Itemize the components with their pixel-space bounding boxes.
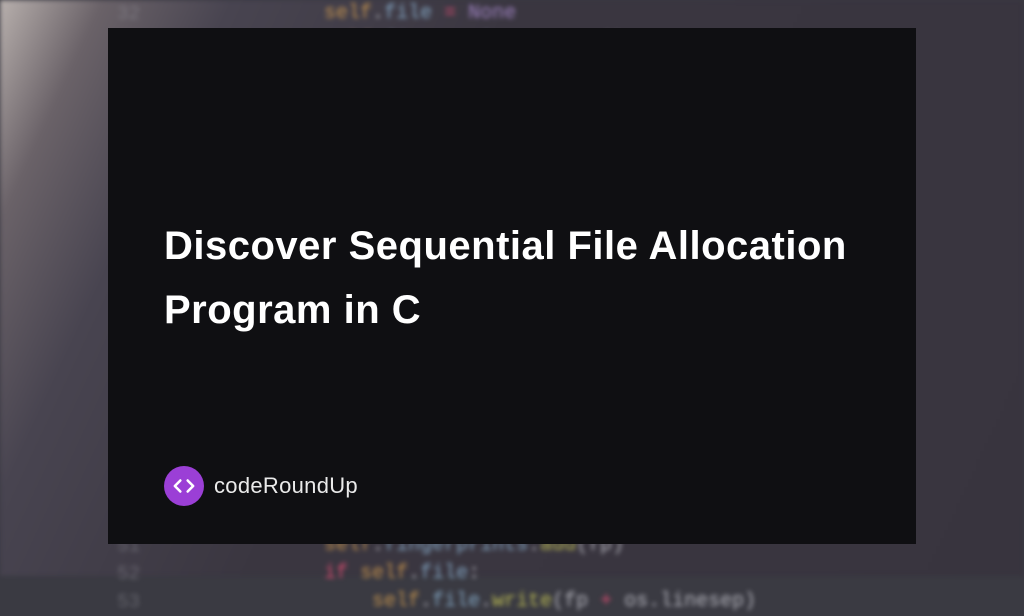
logo-code-icon — [164, 466, 204, 506]
main-title: Discover Sequential File Allocation Prog… — [164, 214, 876, 342]
brand-logo: codeRoundUp — [164, 466, 358, 506]
title-line-2: Program in C — [164, 288, 421, 332]
brand-name: codeRoundUp — [214, 473, 358, 499]
title-block: Discover Sequential File Allocation Prog… — [164, 214, 876, 342]
title-line-1: Discover Sequential File Allocation — [164, 224, 847, 268]
title-card: Discover Sequential File Allocation Prog… — [108, 28, 916, 544]
